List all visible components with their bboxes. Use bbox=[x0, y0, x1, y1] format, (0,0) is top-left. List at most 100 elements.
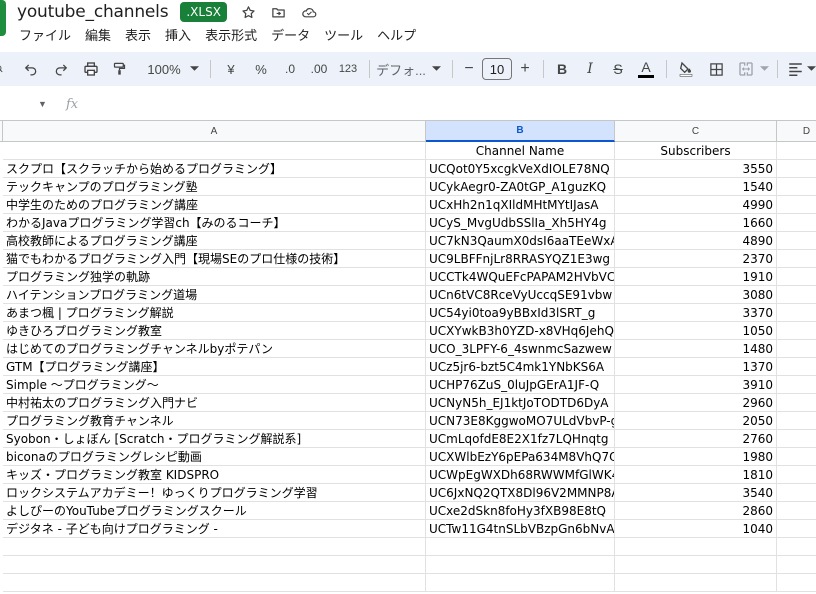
channel-id-cell[interactable]: UCNyN5h_EJ1ktJoTODTD6DyA bbox=[426, 394, 615, 412]
zoom-select[interactable]: 100% bbox=[142, 57, 186, 81]
channel-id-cell[interactable]: UCCTk4WQuEFcPAPAM2HVbVCQ bbox=[426, 268, 615, 286]
channel-title-cell[interactable]: はじめてのプログラミングチャンネルbyポテパン bbox=[3, 340, 426, 358]
subscribers-cell[interactable]: 2860 bbox=[615, 502, 777, 520]
italic-button[interactable]: I bbox=[578, 57, 602, 81]
subscribers-cell[interactable]: 3370 bbox=[615, 304, 777, 322]
column-header-b[interactable]: B bbox=[426, 121, 615, 142]
menu-file[interactable]: ファイル bbox=[19, 25, 71, 44]
column-header-c[interactable]: C bbox=[615, 121, 777, 142]
channel-id-cell[interactable]: UCWpEgWXDh68RWWMfGlWK4FA bbox=[426, 466, 615, 484]
channel-title-cell[interactable]: Syobon・しょぼん [Scratch・プログラミング解説系] bbox=[3, 430, 426, 448]
subscribers-cell[interactable]: 1480 bbox=[615, 340, 777, 358]
menu-tools[interactable]: ツール bbox=[324, 25, 363, 44]
menu-data[interactable]: データ bbox=[271, 25, 310, 44]
grid-cell[interactable] bbox=[3, 538, 426, 556]
grid-cell[interactable] bbox=[777, 196, 816, 214]
grid-cell[interactable] bbox=[777, 430, 816, 448]
borders-icon[interactable] bbox=[703, 57, 729, 81]
channel-id-cell[interactable]: UCN73E8KggwoMO7ULdVbvP-g bbox=[426, 412, 615, 430]
grid-cell[interactable] bbox=[777, 304, 816, 322]
header-cell-channel-name[interactable]: Channel Name bbox=[426, 142, 615, 160]
merge-cells-icon[interactable] bbox=[733, 57, 759, 81]
grid-cell[interactable] bbox=[777, 520, 816, 538]
undo-icon[interactable] bbox=[18, 57, 44, 81]
subscribers-cell[interactable]: 1910 bbox=[615, 268, 777, 286]
chevron-down-icon[interactable] bbox=[759, 57, 769, 81]
channel-title-cell[interactable]: 中村祐太のプログラミング入門ナビ bbox=[3, 394, 426, 412]
channel-id-cell[interactable]: UCz5jr6-bzt5C4mk1YNbKS6A bbox=[426, 358, 615, 376]
channel-title-cell[interactable]: キッズ・プログラミング教室 KIDSPRO bbox=[3, 466, 426, 484]
number-format-button[interactable]: 123 bbox=[335, 57, 361, 81]
channel-title-cell[interactable]: ロックシステムアカデミー！ゆっくりプログラミング学習 bbox=[3, 484, 426, 502]
channel-title-cell[interactable]: プログラミング独学の軌跡 bbox=[3, 268, 426, 286]
strikethrough-button[interactable]: S bbox=[606, 57, 630, 81]
channel-title-cell[interactable]: デジタネ - 子ども向けプログラミング - bbox=[3, 520, 426, 538]
menu-help[interactable]: ヘルプ bbox=[377, 25, 416, 44]
subscribers-cell[interactable]: 2760 bbox=[615, 430, 777, 448]
subscribers-cell[interactable]: 3080 bbox=[615, 286, 777, 304]
channel-id-cell[interactable]: UCyS_MvgUdbSSlIa_Xh5HY4g bbox=[426, 214, 615, 232]
grid-cell[interactable] bbox=[777, 412, 816, 430]
star-icon[interactable] bbox=[241, 4, 257, 20]
grid-cell[interactable] bbox=[777, 340, 816, 358]
percent-button[interactable]: % bbox=[249, 57, 273, 81]
grid-cell[interactable] bbox=[3, 556, 426, 574]
grid-cell[interactable] bbox=[777, 394, 816, 412]
name-box-dropdown-icon[interactable]: ▼ bbox=[38, 99, 47, 109]
channel-id-cell[interactable]: UC54yi0toa9yBBxId3lSRT_g bbox=[426, 304, 615, 322]
channel-title-cell[interactable]: プログラミング教育チャンネル bbox=[3, 412, 426, 430]
channel-id-cell[interactable]: UC7kN3QaumX0dsI6aaTEeWxA bbox=[426, 232, 615, 250]
channel-id-cell[interactable]: UCTw11G4tnSLbVBzpGn6bNvA bbox=[426, 520, 615, 538]
channel-id-cell[interactable]: UCXWlbEzY6pEPa634M8VhQ7Q bbox=[426, 448, 615, 466]
grid-cell[interactable] bbox=[777, 322, 816, 340]
channel-id-cell[interactable]: UCxHh2n1qXIldMHtMYtIJasA bbox=[426, 196, 615, 214]
channel-title-cell[interactable]: よしぴーのYouTubeプログラミングスクール bbox=[3, 502, 426, 520]
currency-button[interactable]: ¥ bbox=[219, 57, 243, 81]
grid-cell[interactable] bbox=[777, 286, 816, 304]
horizontal-align-icon[interactable] bbox=[784, 57, 806, 81]
grid-cell[interactable] bbox=[777, 214, 816, 232]
subscribers-cell[interactable]: 1810 bbox=[615, 466, 777, 484]
header-cell-a[interactable] bbox=[3, 142, 426, 160]
decrease-decimal-button[interactable]: .0 bbox=[277, 57, 303, 81]
grid-cell[interactable] bbox=[426, 556, 615, 574]
channel-title-cell[interactable]: 中学生のためのプログラミング講座 bbox=[3, 196, 426, 214]
font-size-decrease-button[interactable]: − bbox=[459, 57, 479, 81]
grid-cell[interactable] bbox=[777, 178, 816, 196]
subscribers-cell[interactable]: 1040 bbox=[615, 520, 777, 538]
channel-id-cell[interactable]: UCykAegr0-ZA0tGP_A1guzKQ bbox=[426, 178, 615, 196]
subscribers-cell[interactable]: 4890 bbox=[615, 232, 777, 250]
grid-cell[interactable] bbox=[426, 574, 615, 592]
grid-cell[interactable] bbox=[615, 556, 777, 574]
grid-cell[interactable] bbox=[777, 466, 816, 484]
sheets-logo[interactable] bbox=[0, 0, 6, 36]
move-folder-icon[interactable] bbox=[271, 4, 287, 20]
fill-color-icon[interactable] bbox=[673, 57, 699, 81]
font-size-input[interactable]: 10 bbox=[482, 58, 512, 80]
subscribers-cell[interactable]: 1660 bbox=[615, 214, 777, 232]
increase-decimal-button[interactable]: .00 bbox=[305, 57, 333, 81]
menu-view[interactable]: 表示 bbox=[125, 25, 151, 44]
grid-cell[interactable] bbox=[777, 250, 816, 268]
column-header-d[interactable]: D bbox=[777, 121, 816, 142]
font-family-select[interactable]: デフォ... bbox=[374, 57, 428, 81]
grid-cell[interactable] bbox=[777, 484, 816, 502]
channel-id-cell[interactable]: UC9LBFFnjLr8RRASYQZ1E3wg bbox=[426, 250, 615, 268]
channel-id-cell[interactable]: UCHP76ZuS_0luJpGErA1JF-Q bbox=[426, 376, 615, 394]
channel-title-cell[interactable]: Simple 〜プログラミング〜 bbox=[3, 376, 426, 394]
subscribers-cell[interactable]: 4990 bbox=[615, 196, 777, 214]
channel-id-cell[interactable]: UCxe2dSkn8foHy3fXB98E8tQ bbox=[426, 502, 615, 520]
subscribers-cell[interactable]: 1370 bbox=[615, 358, 777, 376]
subscribers-cell[interactable]: 2960 bbox=[615, 394, 777, 412]
channel-id-cell[interactable]: UCmLqofdE8E2X1fz7LQHnqtg bbox=[426, 430, 615, 448]
subscribers-cell[interactable]: 2050 bbox=[615, 412, 777, 430]
menu-format[interactable]: 表示形式 bbox=[205, 25, 257, 44]
chevron-down-icon[interactable] bbox=[430, 57, 442, 81]
grid-cell[interactable] bbox=[777, 376, 816, 394]
spreadsheet-grid[interactable]: A B C D Channel Name Subscribers スクプロ【スクラッ… bbox=[0, 120, 816, 594]
column-header-a[interactable]: A bbox=[3, 121, 426, 142]
menu-edit[interactable]: 編集 bbox=[85, 25, 111, 44]
grid-cell[interactable] bbox=[777, 160, 816, 178]
grid-cell[interactable] bbox=[615, 538, 777, 556]
subscribers-cell[interactable]: 1050 bbox=[615, 322, 777, 340]
